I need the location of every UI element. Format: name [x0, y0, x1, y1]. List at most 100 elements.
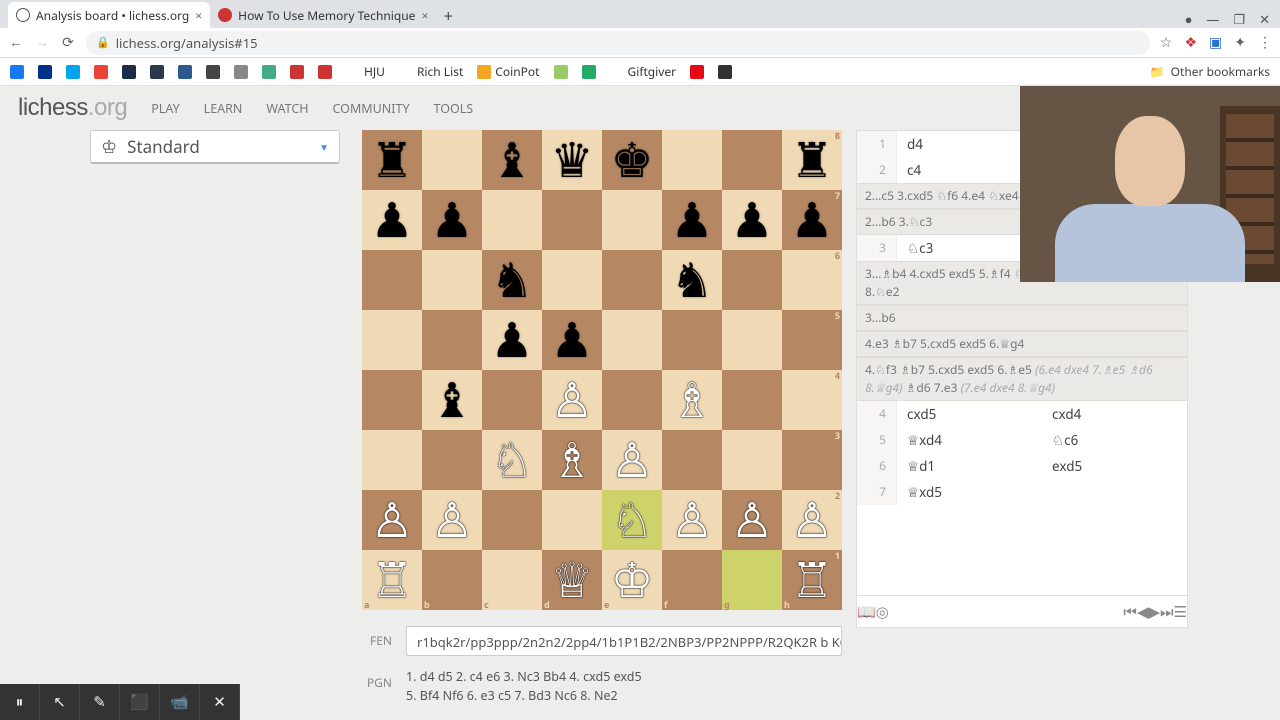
- square-f5[interactable]: [662, 310, 722, 370]
- square-g6[interactable]: [722, 250, 782, 310]
- square-c2[interactable]: [482, 490, 542, 550]
- square-g1[interactable]: g: [722, 550, 782, 610]
- browser-tab-inactive[interactable]: How To Use Memory Technique ×: [210, 2, 436, 28]
- square-e6[interactable]: [602, 250, 662, 310]
- variation-line[interactable]: 4.e3 ♗b7 5.cxd5 exd5 6.♕g4: [857, 331, 1187, 357]
- square-d5[interactable]: ♟: [542, 310, 602, 370]
- square-h7[interactable]: ♟7: [782, 190, 842, 250]
- square-e3[interactable]: ♙: [602, 430, 662, 490]
- extensions-icon[interactable]: ✦: [1234, 33, 1246, 52]
- rec-pen[interactable]: ✎: [80, 684, 120, 720]
- bookmark-item[interactable]: [150, 65, 164, 79]
- bookmark-item[interactable]: Giftgiver: [610, 63, 677, 80]
- square-b4[interactable]: ♝: [422, 370, 482, 430]
- minimize-icon[interactable]: —: [1206, 10, 1219, 28]
- square-c3[interactable]: ♘: [482, 430, 542, 490]
- bookmark-item[interactable]: [582, 65, 596, 79]
- square-d3[interactable]: ♗: [542, 430, 602, 490]
- square-g7[interactable]: ♟: [722, 190, 782, 250]
- square-b6[interactable]: [422, 250, 482, 310]
- account-icon[interactable]: ●: [1185, 10, 1193, 28]
- chessboard[interactable]: ♜♝♛♚♜8♟♟♟♟♟7♞♞6♟♟5♝♙♗4♘♗♙3♙♙♘♙♙♙2♖abc♕d♔…: [362, 130, 842, 610]
- browser-tab-active[interactable]: Analysis board • lichess.org ×: [8, 2, 210, 28]
- site-logo[interactable]: lichess.org: [18, 94, 127, 122]
- square-e1[interactable]: ♔e: [602, 550, 662, 610]
- bookmark-item[interactable]: [94, 65, 108, 79]
- bookmark-item[interactable]: Rich List: [399, 63, 463, 80]
- bookmark-item[interactable]: [122, 65, 136, 79]
- move-black[interactable]: exd5: [1042, 453, 1187, 479]
- maximize-icon[interactable]: ❐: [1233, 10, 1245, 28]
- last-move-button[interactable]: ⏭: [1160, 602, 1174, 622]
- back-button[interactable]: ←: [8, 33, 24, 52]
- move-white[interactable]: ♕xd4: [897, 427, 1042, 453]
- square-f3[interactable]: [662, 430, 722, 490]
- square-g5[interactable]: [722, 310, 782, 370]
- nav-watch[interactable]: WATCH: [266, 100, 308, 117]
- square-b3[interactable]: [422, 430, 482, 490]
- move-white[interactable]: ♕xd5: [897, 479, 1042, 505]
- square-c5[interactable]: ♟: [482, 310, 542, 370]
- rec-eraser[interactable]: ⬛: [120, 684, 160, 720]
- square-c8[interactable]: ♝: [482, 130, 542, 190]
- square-f7[interactable]: ♟: [662, 190, 722, 250]
- square-e8[interactable]: ♚: [602, 130, 662, 190]
- square-f6[interactable]: ♞: [662, 250, 722, 310]
- reload-button[interactable]: ⟳: [60, 33, 76, 52]
- square-c4[interactable]: [482, 370, 542, 430]
- square-e7[interactable]: [602, 190, 662, 250]
- square-a7[interactable]: ♟: [362, 190, 422, 250]
- variation-line[interactable]: 4.♘f3 ♗b7 5.cxd5 exd5 6.♗e5 (6.e4 dxe4 7…: [857, 357, 1187, 401]
- square-h6[interactable]: 6: [782, 250, 842, 310]
- square-g8[interactable]: [722, 130, 782, 190]
- bookmark-item[interactable]: [66, 65, 80, 79]
- square-a6[interactable]: [362, 250, 422, 310]
- bookmark-item[interactable]: [318, 65, 332, 79]
- star-icon[interactable]: ☆: [1160, 33, 1173, 52]
- square-d6[interactable]: [542, 250, 602, 310]
- square-h3[interactable]: 3: [782, 430, 842, 490]
- square-f1[interactable]: f: [662, 550, 722, 610]
- square-f4[interactable]: ♗: [662, 370, 722, 430]
- square-d4[interactable]: ♙: [542, 370, 602, 430]
- square-b5[interactable]: [422, 310, 482, 370]
- square-d1[interactable]: ♕d: [542, 550, 602, 610]
- menu-icon[interactable]: ⋮: [1258, 33, 1272, 52]
- bookmark-item[interactable]: [178, 65, 192, 79]
- square-a2[interactable]: ♙: [362, 490, 422, 550]
- square-g4[interactable]: [722, 370, 782, 430]
- square-c6[interactable]: ♞: [482, 250, 542, 310]
- rec-pause[interactable]: ⏸: [0, 684, 40, 720]
- close-tab-icon[interactable]: ×: [421, 7, 428, 24]
- rec-cursor[interactable]: ↖: [40, 684, 80, 720]
- prev-move-button[interactable]: ◀: [1137, 602, 1149, 622]
- nav-community[interactable]: COMMUNITY: [333, 100, 410, 117]
- bookmark-item[interactable]: [234, 65, 248, 79]
- square-d2[interactable]: [542, 490, 602, 550]
- square-d8[interactable]: ♛: [542, 130, 602, 190]
- square-f8[interactable]: [662, 130, 722, 190]
- rec-camera[interactable]: 📹: [160, 684, 200, 720]
- square-h8[interactable]: ♜8: [782, 130, 842, 190]
- bookmark-item[interactable]: [10, 65, 24, 79]
- move-black[interactable]: ♘c6: [1042, 427, 1187, 453]
- square-a8[interactable]: ♜: [362, 130, 422, 190]
- bookmark-item[interactable]: CoinPot: [477, 63, 539, 80]
- square-b2[interactable]: ♙: [422, 490, 482, 550]
- menu-button[interactable]: ☰: [1174, 602, 1187, 622]
- move-black[interactable]: cxd4: [1042, 401, 1187, 427]
- square-e4[interactable]: [602, 370, 662, 430]
- square-h5[interactable]: 5: [782, 310, 842, 370]
- other-bookmarks[interactable]: 📁 Other bookmarks: [1150, 63, 1270, 80]
- square-g3[interactable]: [722, 430, 782, 490]
- square-b8[interactable]: [422, 130, 482, 190]
- bookmark-item[interactable]: [718, 65, 732, 79]
- square-e2[interactable]: ♘: [602, 490, 662, 550]
- square-e5[interactable]: [602, 310, 662, 370]
- new-tab-button[interactable]: +: [436, 4, 460, 28]
- square-d7[interactable]: [542, 190, 602, 250]
- variant-select[interactable]: ♔ Standard ▼: [90, 130, 340, 164]
- rec-close[interactable]: ✕: [200, 684, 240, 720]
- first-move-button[interactable]: ⏮: [1123, 602, 1137, 622]
- next-move-button[interactable]: ▶: [1148, 602, 1160, 622]
